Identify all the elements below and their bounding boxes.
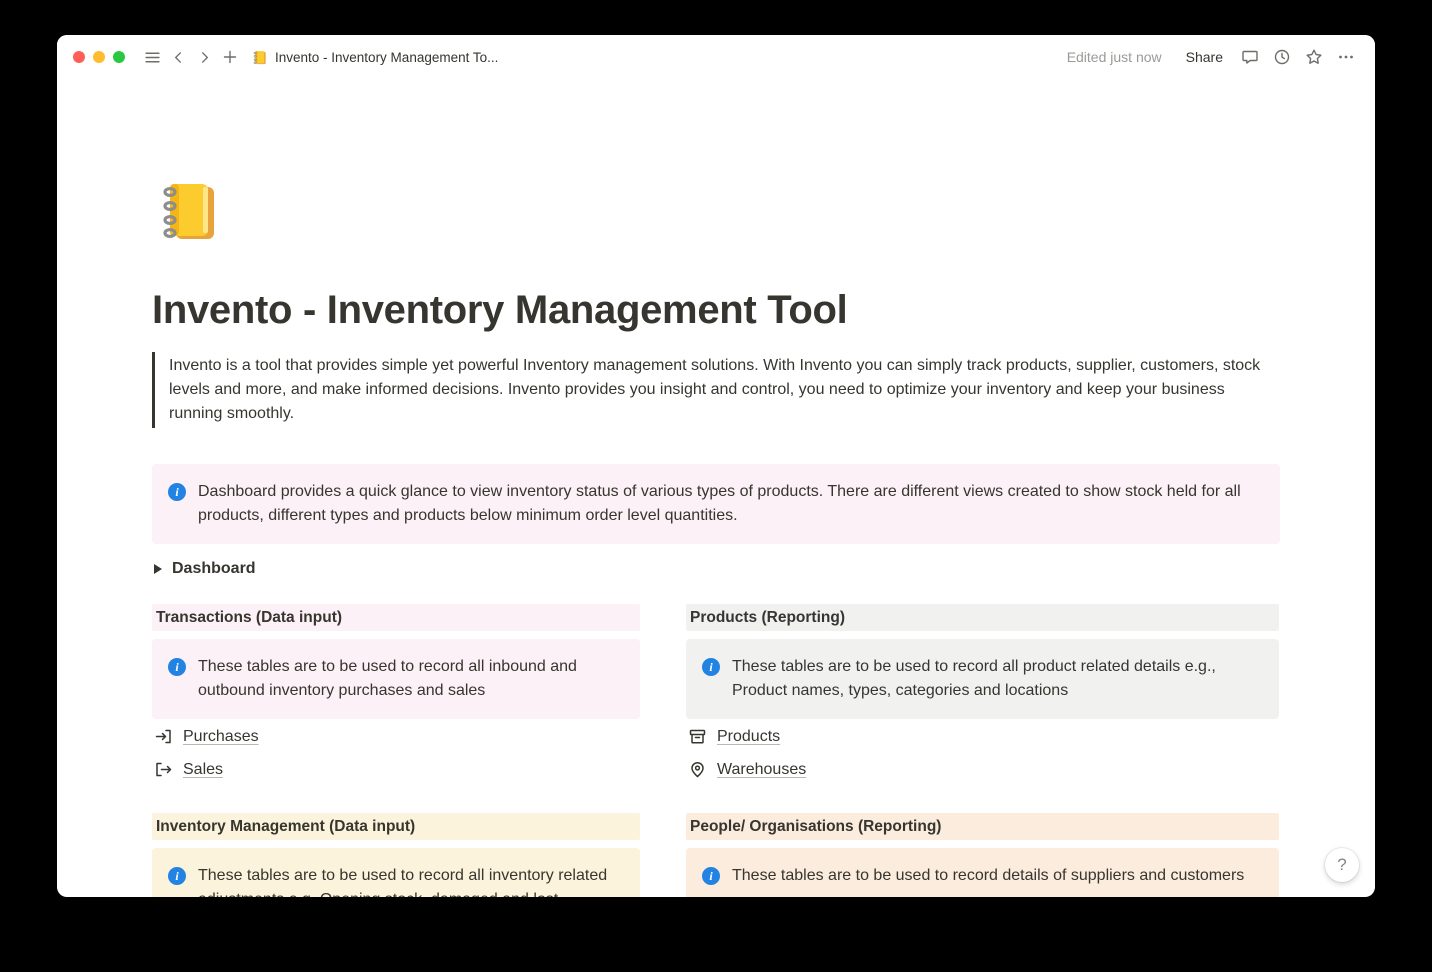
transactions-heading: Transactions (Data input) bbox=[152, 604, 640, 631]
transactions-callout-text: These tables are to be used to record al… bbox=[198, 655, 624, 703]
people-callout: i These tables are to be used to record … bbox=[686, 848, 1279, 897]
page-body: Invento - Inventory Management Tool Inve… bbox=[152, 79, 1280, 897]
transactions-section: Transactions (Data input) i These tables… bbox=[152, 604, 640, 785]
sidebar-menu-icon[interactable] bbox=[139, 44, 165, 70]
more-options-icon[interactable] bbox=[1333, 44, 1359, 70]
back-icon[interactable] bbox=[165, 44, 191, 70]
info-icon: i bbox=[168, 483, 186, 501]
info-icon: i bbox=[702, 867, 720, 885]
people-heading: People/ Organisations (Reporting) bbox=[686, 813, 1279, 840]
transactions-callout: i These tables are to be used to record … bbox=[152, 639, 640, 719]
favorite-star-icon[interactable] bbox=[1301, 44, 1327, 70]
titlebar-actions: Edited just now Share bbox=[1067, 44, 1359, 70]
comments-icon[interactable] bbox=[1237, 44, 1263, 70]
page-emoji-icon[interactable] bbox=[152, 175, 224, 247]
products-heading: Products (Reporting) bbox=[686, 604, 1279, 631]
archive-box-icon bbox=[688, 727, 707, 746]
page-link-purchases[interactable]: Purchases bbox=[152, 721, 640, 752]
intro-quote: Invento is a tool that provides simple y… bbox=[152, 352, 1280, 428]
page-title: Invento - Inventory Management Tool bbox=[152, 287, 1280, 334]
columns-row-1: Transactions (Data input) i These tables… bbox=[152, 604, 1280, 785]
dashboard-callout-text: Dashboard provides a quick glance to vie… bbox=[198, 480, 1264, 528]
page-link-warehouses[interactable]: Warehouses bbox=[686, 754, 1279, 785]
close-window-button[interactable] bbox=[73, 51, 85, 63]
titlebar: Invento - Inventory Management To... Edi… bbox=[57, 35, 1375, 79]
info-icon: i bbox=[168, 867, 186, 885]
zoom-window-button[interactable] bbox=[113, 51, 125, 63]
products-section: Products (Reporting) i These tables are … bbox=[686, 604, 1279, 785]
location-pin-icon bbox=[688, 760, 707, 779]
page-emoji-small-icon bbox=[251, 49, 268, 66]
page-scroll-area[interactable]: Invento - Inventory Management Tool Inve… bbox=[57, 79, 1375, 897]
breadcrumb[interactable]: Invento - Inventory Management To... bbox=[251, 49, 498, 66]
minimize-window-button[interactable] bbox=[93, 51, 105, 63]
toggle-arrow-icon[interactable] bbox=[154, 564, 162, 574]
columns-row-2: Inventory Management (Data input) i Thes… bbox=[152, 813, 1280, 897]
page-link-sales[interactable]: Sales bbox=[152, 754, 640, 785]
page-link-label: Sales bbox=[183, 761, 223, 779]
page-link-label: Warehouses bbox=[717, 761, 806, 779]
inventory-section: Inventory Management (Data input) i Thes… bbox=[152, 813, 640, 897]
inventory-heading: Inventory Management (Data input) bbox=[152, 813, 640, 840]
share-button[interactable]: Share bbox=[1178, 45, 1231, 69]
export-icon bbox=[154, 760, 173, 779]
dashboard-toggle-label: Dashboard bbox=[172, 560, 256, 578]
forward-icon[interactable] bbox=[191, 44, 217, 70]
app-window: Invento - Inventory Management To... Edi… bbox=[57, 35, 1375, 897]
new-tab-icon[interactable] bbox=[217, 44, 243, 70]
info-icon: i bbox=[168, 658, 186, 676]
edited-status: Edited just now bbox=[1067, 49, 1162, 65]
products-callout-text: These tables are to be used to record al… bbox=[732, 655, 1263, 703]
history-clock-icon[interactable] bbox=[1269, 44, 1295, 70]
inventory-callout-text: These tables are to be used to record al… bbox=[198, 864, 624, 897]
page-link-products[interactable]: Products bbox=[686, 721, 1279, 752]
dashboard-callout: i Dashboard provides a quick glance to v… bbox=[152, 464, 1280, 544]
traffic-lights bbox=[73, 51, 125, 63]
info-icon: i bbox=[702, 658, 720, 676]
dashboard-toggle[interactable]: Dashboard bbox=[152, 556, 1280, 582]
help-button[interactable]: ? bbox=[1325, 848, 1359, 882]
products-callout: i These tables are to be used to record … bbox=[686, 639, 1279, 719]
people-callout-text: These tables are to be used to record de… bbox=[732, 864, 1244, 888]
inventory-callout: i These tables are to be used to record … bbox=[152, 848, 640, 897]
page-link-label: Products bbox=[717, 728, 780, 746]
people-section: People/ Organisations (Reporting) i Thes… bbox=[686, 813, 1279, 897]
page-link-label: Purchases bbox=[183, 728, 259, 746]
window-title: Invento - Inventory Management To... bbox=[275, 50, 498, 65]
import-icon bbox=[154, 727, 173, 746]
